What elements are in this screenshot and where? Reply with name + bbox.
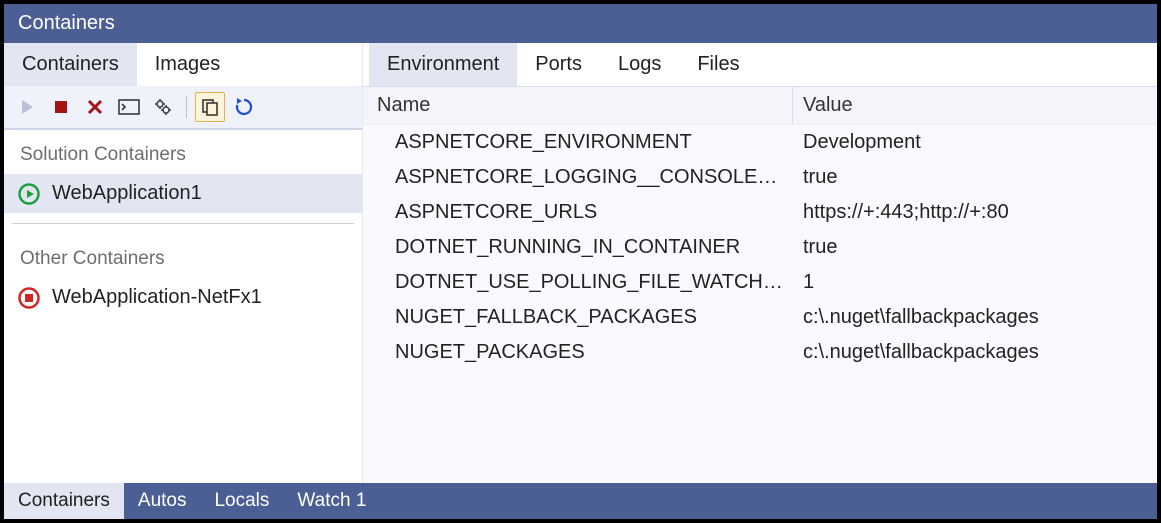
- compose-button[interactable]: [148, 92, 178, 122]
- bottom-tab-locals[interactable]: Locals: [200, 483, 283, 519]
- env-var-value: Development: [793, 131, 1157, 154]
- env-var-value: c:\.nuget\fallbackpackages: [793, 341, 1157, 364]
- gears-icon: [153, 97, 173, 117]
- env-var-value: 1: [793, 271, 1157, 294]
- env-var-name: NUGET_PACKAGES: [363, 341, 793, 364]
- solution-containers-heading: Solution Containers: [4, 130, 362, 174]
- env-grid-rows: ASPNETCORE_ENVIRONMENT Development ASPNE…: [363, 125, 1157, 483]
- toolbar-separator: [186, 96, 187, 118]
- env-row[interactable]: ASPNETCORE_URLS https://+:443;http://+:8…: [363, 195, 1157, 230]
- detail-tabstrip: Environment Ports Logs Files: [363, 43, 1157, 86]
- stop-button[interactable]: [46, 92, 76, 122]
- env-row[interactable]: DOTNET_RUNNING_IN_CONTAINER true: [363, 230, 1157, 265]
- terminal-icon: [118, 99, 140, 115]
- x-icon: [86, 98, 104, 116]
- env-var-name: NUGET_FALLBACK_PACKAGES: [363, 306, 793, 329]
- section-divider: [12, 223, 354, 224]
- container-name-label: WebApplication1: [52, 182, 202, 205]
- env-row[interactable]: DOTNET_USE_POLLING_FILE_WATCHER 1: [363, 265, 1157, 300]
- bottom-tab-containers[interactable]: Containers: [4, 483, 124, 519]
- detail-panel: Environment Ports Logs Files Name Value …: [362, 43, 1157, 483]
- bottom-tab-watch1[interactable]: Watch 1: [283, 483, 380, 519]
- containers-toolbar: [4, 86, 362, 130]
- tab-logs[interactable]: Logs: [600, 43, 679, 86]
- refresh-icon: [234, 97, 254, 117]
- tab-containers[interactable]: Containers: [4, 43, 137, 86]
- column-header-name[interactable]: Name: [363, 87, 793, 124]
- tab-ports[interactable]: Ports: [517, 43, 600, 86]
- tab-environment[interactable]: Environment: [369, 43, 517, 86]
- env-var-name: ASPNETCORE_LOGGING__CONSOLE__DISA...: [363, 166, 793, 189]
- env-row[interactable]: NUGET_PACKAGES c:\.nuget\fallbackpackage…: [363, 335, 1157, 370]
- env-var-value: true: [793, 166, 1157, 189]
- remove-button[interactable]: [80, 92, 110, 122]
- play-icon: [18, 98, 36, 116]
- env-var-name: ASPNETCORE_URLS: [363, 201, 793, 224]
- containers-tool-window: Containers Containers Images: [3, 3, 1158, 520]
- terminal-button[interactable]: [114, 92, 144, 122]
- env-var-value: c:\.nuget\fallbackpackages: [793, 306, 1157, 329]
- window-body: Containers Images: [4, 43, 1157, 483]
- tab-files[interactable]: Files: [679, 43, 757, 86]
- env-row[interactable]: ASPNETCORE_LOGGING__CONSOLE__DISA... tru…: [363, 160, 1157, 195]
- copy-button[interactable]: [195, 92, 225, 122]
- bottom-tab-autos[interactable]: Autos: [124, 483, 201, 519]
- bottom-tabstrip: Containers Autos Locals Watch 1: [4, 483, 1157, 519]
- left-tabstrip: Containers Images: [4, 43, 362, 86]
- container-name-label: WebApplication-NetFx1: [52, 286, 262, 309]
- running-status-icon: [18, 183, 40, 205]
- env-var-value: true: [793, 236, 1157, 259]
- other-containers-heading: Other Containers: [4, 234, 362, 278]
- container-item-webapplication1[interactable]: WebApplication1: [4, 174, 362, 213]
- window-title: Containers: [4, 4, 1157, 43]
- env-var-name: DOTNET_RUNNING_IN_CONTAINER: [363, 236, 793, 259]
- tab-images[interactable]: Images: [137, 43, 239, 86]
- copy-icon: [200, 97, 220, 117]
- left-panel: Containers Images: [4, 43, 362, 483]
- env-var-value: https://+:443;http://+:80: [793, 201, 1157, 224]
- env-grid-header: Name Value: [363, 86, 1157, 125]
- stopped-status-icon: [18, 287, 40, 309]
- env-row[interactable]: NUGET_FALLBACK_PACKAGES c:\.nuget\fallba…: [363, 300, 1157, 335]
- column-header-value[interactable]: Value: [793, 87, 1157, 124]
- start-button[interactable]: [12, 92, 42, 122]
- env-var-name: ASPNETCORE_ENVIRONMENT: [363, 131, 793, 154]
- stop-icon: [53, 99, 69, 115]
- refresh-button[interactable]: [229, 92, 259, 122]
- env-row[interactable]: ASPNETCORE_ENVIRONMENT Development: [363, 125, 1157, 160]
- env-var-name: DOTNET_USE_POLLING_FILE_WATCHER: [363, 271, 793, 294]
- container-item-webapplication-netfx1[interactable]: WebApplication-NetFx1: [4, 278, 362, 317]
